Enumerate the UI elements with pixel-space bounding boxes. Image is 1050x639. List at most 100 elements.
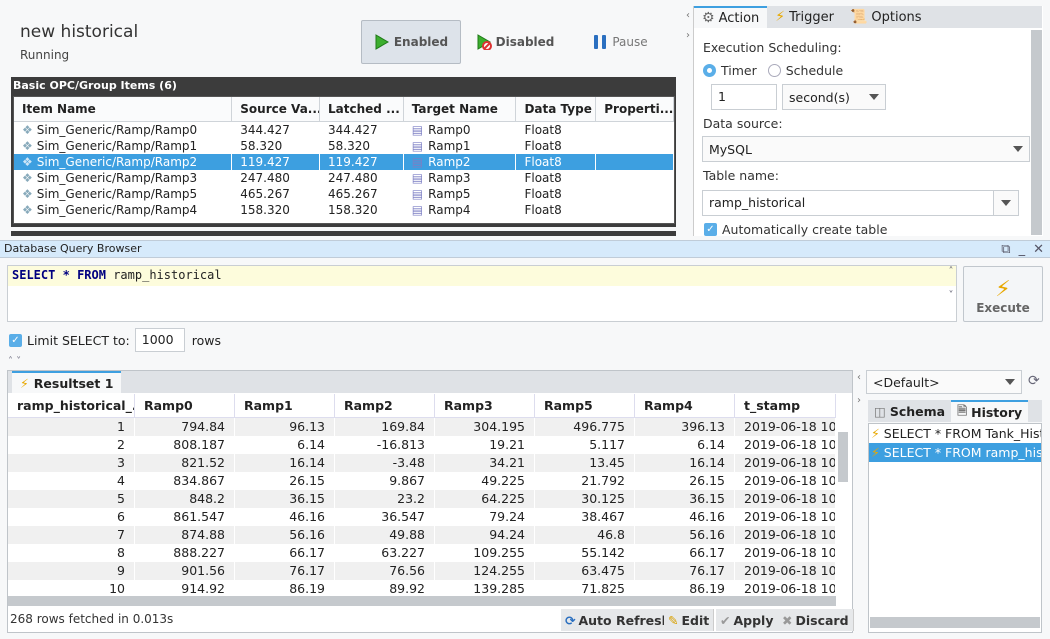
item-name: Sim_Generic/Ramp/Ramp5 [36, 187, 198, 201]
auto-refresh-button[interactable]: ⟳ Auto Refresh [561, 609, 676, 631]
result-row[interactable]: 6 861.547 46.16 36.547 79.24 38.467 46.16 2019-… [8, 508, 836, 526]
group-item-row[interactable]: ❖ Sim_Generic/Ramp/Ramp2 119.427 119.427 ▤ Ra… [14, 154, 675, 170]
result-row[interactable]: 2 808.187 6.14 -16.813 19.21 5.117 6.14 2019-06… [8, 436, 836, 454]
result-row[interactable]: 5 848.2 36.15 23.2 64.225 30.125 36.15 2019-06-… [8, 490, 836, 508]
group-item-row[interactable]: ❖ Sim_Generic/Ramp/Ramp3 247.480 247.480 ▤ Ra… [14, 170, 674, 186]
result-cell: 76.17 [635, 562, 735, 580]
history-item[interactable]: ⚡SELECT * FROM ramp_historical [869, 443, 1041, 462]
column-header[interactable]: Ramp3 [435, 394, 535, 417]
play-icon [375, 34, 389, 50]
result-row[interactable]: 3 821.52 16.14 -3.48 34.21 13.45 16.14 2019-06-… [8, 454, 836, 472]
schedule-label: Schedule [785, 63, 844, 78]
result-row[interactable]: 4 834.867 26.15 9.867 49.225 21.792 26.15 2019-… [8, 472, 836, 490]
data-type-cell: Float8 [516, 154, 597, 170]
result-row[interactable]: 9 901.56 76.17 76.56 124.255 63.475 76.17 2019-… [8, 562, 836, 580]
column-header[interactable]: Item Name [14, 97, 233, 121]
result-cell: 139.285 [435, 580, 535, 596]
resultset-hscroll[interactable] [8, 596, 836, 606]
datasource-select[interactable]: MySQL [702, 136, 1030, 162]
expand-right-arrow[interactable]: › [857, 395, 861, 406]
minimize-icon[interactable]: _ [1019, 242, 1026, 257]
result-cell: 89.92 [335, 580, 435, 596]
result-cell: 2019-06-18 10:2 [735, 580, 836, 596]
rate-input[interactable]: 1 [711, 84, 777, 110]
result-cell: 2 [8, 436, 135, 454]
refresh-icon[interactable]: ⟳ [1028, 373, 1040, 389]
result-cell: 794.84 [135, 418, 235, 436]
tab-action[interactable]: ⚙ Action [694, 6, 768, 28]
query-vscroll[interactable]: ˄ ˅ [945, 266, 957, 311]
collapse-left-arrow[interactable]: ‹ [686, 10, 690, 21]
schema-history-tabs: ◫ Schema 🗎 History [868, 400, 1042, 422]
column-header[interactable]: Latched ... [320, 97, 404, 121]
column-header[interactable]: t_stamp [735, 394, 836, 417]
group-item-row[interactable]: ❖ Sim_Generic/Ramp/Ramp0 344.427 344.427 ▤ Ra… [14, 122, 674, 138]
collapse-left-arrow[interactable]: ‹ [857, 372, 861, 383]
pause-button[interactable]: Pause [585, 20, 655, 64]
column-header[interactable]: Target Name [404, 97, 517, 121]
expand-right-arrow[interactable]: › [686, 30, 690, 41]
column-header[interactable]: Ramp1 [235, 394, 335, 417]
config-scrollbar[interactable] [1031, 30, 1042, 235]
column-header[interactable]: Source Va... [232, 97, 321, 121]
group-item-row[interactable]: ❖ Sim_Generic/Ramp/Ramp4 158.320 158.320 ▤ Ra… [14, 202, 674, 218]
group-item-row[interactable]: ❖ Sim_Generic/Ramp/Ramp1 58.320 58.320 ▤ Ramp… [14, 138, 674, 154]
result-row[interactable]: 8 888.227 66.17 63.227 109.255 55.142 66.17 201… [8, 544, 836, 562]
rate-unit-select[interactable]: second(s) [782, 84, 886, 110]
history-icon: 🗎 [957, 402, 968, 418]
lightning-icon: ⚡ [995, 277, 1011, 302]
tab-trigger[interactable]: ⚡ Trigger [767, 6, 842, 28]
database-column-icon: ▤ [411, 155, 424, 169]
result-cell: 304.195 [435, 418, 535, 436]
target-name: Ramp5 [428, 187, 471, 201]
execute-button[interactable]: ⚡ Execute [963, 266, 1043, 322]
tab-schema[interactable]: ◫ Schema [868, 400, 951, 422]
column-header[interactable]: Ramp2 [335, 394, 435, 417]
tab-resultset-1[interactable]: ⚡ Resultset 1 [12, 371, 122, 393]
pencil-icon: ✎ [668, 612, 679, 628]
column-header[interactable]: Ramp5 [535, 394, 635, 417]
scroll-icon: 📜 [849, 9, 868, 25]
result-row[interactable]: 7 874.88 56.16 49.88 94.24 46.8 56.16 2019-06-1… [8, 526, 836, 544]
column-header[interactable]: Data Type [516, 97, 597, 121]
column-header[interactable]: Properti... [596, 97, 675, 121]
datasource-select[interactable]: <Default> [866, 370, 1022, 394]
restore-icon[interactable]: ⧉ [1001, 242, 1010, 257]
group-items-table: Item Name Source Va... Latched ... Targe… [13, 96, 675, 224]
tab-history[interactable]: 🗎 History [951, 400, 1029, 422]
limit-input[interactable]: 1000 [134, 328, 185, 352]
column-header[interactable]: ramp_historical_... [8, 394, 135, 417]
edit-button[interactable]: ✎ Edit [664, 609, 715, 631]
table-name-input[interactable]: ramp_historical [702, 190, 994, 216]
result-row[interactable]: 10 914.92 86.19 89.92 139.285 71.825 86.19 2019… [8, 580, 836, 596]
query-editor[interactable]: SELECT * FROM ramp_historical [7, 265, 957, 322]
latched-value-cell: 158.320 [328, 203, 378, 217]
enabled-button[interactable]: Enabled [361, 20, 461, 64]
result-row[interactable]: 1 794.84 96.13 169.84 304.195 496.775 396.13 20… [8, 418, 836, 436]
data-type-cell: Float8 [524, 123, 562, 137]
tab-options[interactable]: 📜 Options [842, 6, 930, 28]
column-header[interactable]: Ramp4 [635, 394, 735, 417]
rate-unit-value: second(s) [789, 89, 850, 105]
disabled-button[interactable]: Disabled [470, 20, 560, 64]
discard-button[interactable]: ✖ Discard [778, 609, 854, 631]
result-cell: 49.88 [335, 526, 435, 544]
target-name-cell: ▤ Ramp2 [404, 154, 517, 170]
result-cell: 1 [8, 418, 135, 436]
table-name-dropdown[interactable] [993, 190, 1019, 216]
timer-radio[interactable] [703, 64, 716, 77]
auto-create-checkbox[interactable]: ✓ [704, 223, 717, 236]
split-toggle-icon[interactable]: ˄ ˅ [8, 356, 21, 367]
table-name-label: Table name: [703, 168, 779, 183]
splitter[interactable] [11, 231, 676, 236]
limit-checkbox[interactable]: ✓ [9, 333, 22, 347]
history-hscroll[interactable] [870, 617, 1040, 628]
apply-button[interactable]: ✔ Apply [716, 609, 779, 631]
group-item-row[interactable]: ❖ Sim_Generic/Ramp/Ramp5 465.267 465.267 ▤ Ra… [14, 186, 674, 202]
history-item[interactable]: ⚡SELECT * FROM Tank_Historical [869, 424, 1041, 443]
close-icon[interactable]: ✕ [1033, 242, 1044, 257]
properties-cell [596, 154, 675, 170]
schedule-radio[interactable] [767, 64, 781, 77]
column-header[interactable]: Ramp0 [135, 394, 235, 417]
resultset-vscroll-thumb[interactable] [838, 432, 848, 482]
